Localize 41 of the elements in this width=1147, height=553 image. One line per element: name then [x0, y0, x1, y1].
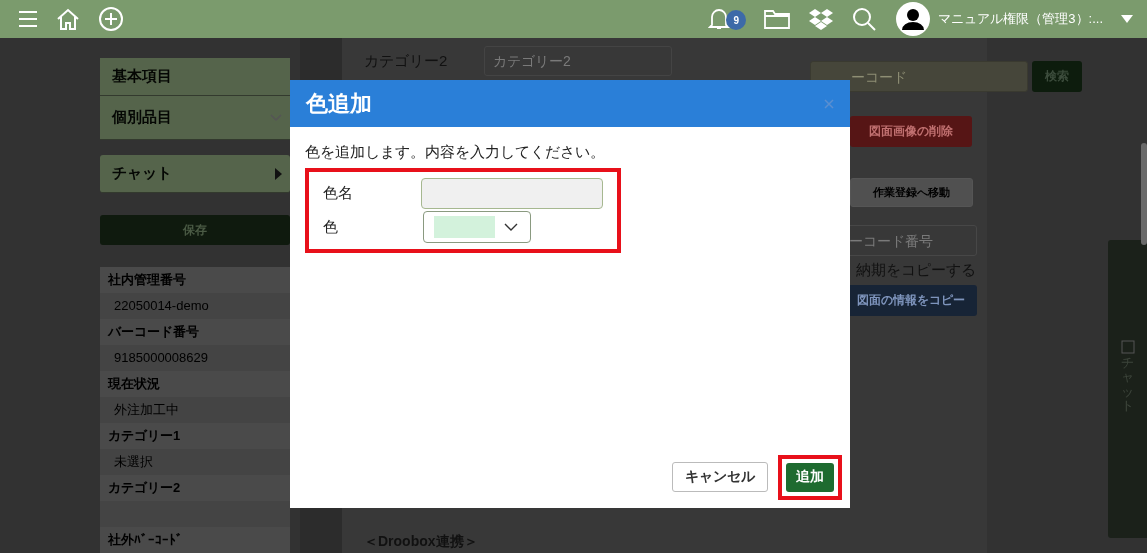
category-input[interactable]: カテゴリー2 — [484, 46, 672, 76]
notification-badge: 9 — [726, 10, 747, 30]
field-label: バーコード番号 — [100, 319, 290, 345]
move-button[interactable]: 作業登録へ移動 — [850, 178, 973, 207]
chat-icon — [1120, 340, 1135, 354]
color-name-input[interactable] — [421, 178, 603, 209]
dropdown-icon[interactable] — [1121, 15, 1133, 23]
cancel-button[interactable]: キャンセル — [672, 462, 768, 492]
add-button[interactable]: 追加 — [786, 462, 834, 492]
field-value: 外注加工中 — [100, 397, 290, 423]
boxes-icon[interactable] — [808, 8, 835, 30]
field-label: 色名 — [323, 184, 354, 203]
search-icon[interactable] — [852, 7, 877, 31]
field-value: 9185000008629 — [100, 345, 290, 371]
bell-icon[interactable] — [708, 7, 731, 31]
sidebar-item[interactable]: 個別品目 — [100, 96, 290, 140]
field-label: カテゴリー1 — [100, 423, 290, 449]
field-label: 現在状況 — [100, 371, 290, 397]
code-search-field[interactable]: ーコード — [810, 61, 1028, 92]
field-value: 未選択 — [100, 449, 290, 475]
field-label: 社外ﾊﾞｰｺｰﾄﾞ — [100, 527, 290, 553]
user-name[interactable]: マニュアル権限（管理3）:... — [938, 10, 1103, 28]
add-icon[interactable] — [98, 6, 124, 32]
dialog-title: 色追加 — [306, 89, 372, 118]
avatar-icon[interactable] — [896, 2, 931, 36]
field-label: 色 — [323, 217, 339, 237]
dialog-message: 色を追加します。内容を入力してください。 — [305, 143, 606, 162]
save-button[interactable]: 保存 — [100, 215, 290, 245]
chevron-icon — [504, 223, 518, 231]
sidebar-item[interactable]: チャット — [100, 154, 290, 194]
field-value: 22050014-demo — [100, 293, 290, 319]
color-select[interactable] — [423, 211, 531, 243]
field-label: 社内管理番号 — [100, 267, 290, 293]
caret-icon — [275, 167, 282, 180]
delete-image-button[interactable]: 図面画像の削除 — [850, 116, 972, 147]
folder-icon[interactable] — [764, 9, 791, 29]
scrollbar[interactable] — [1141, 143, 1147, 245]
menu-icon[interactable] — [18, 10, 38, 28]
field-label: カテゴリー2 — [100, 475, 290, 501]
sidebar-item[interactable]: 基本項目 — [100, 58, 290, 97]
home-icon[interactable] — [56, 8, 80, 30]
